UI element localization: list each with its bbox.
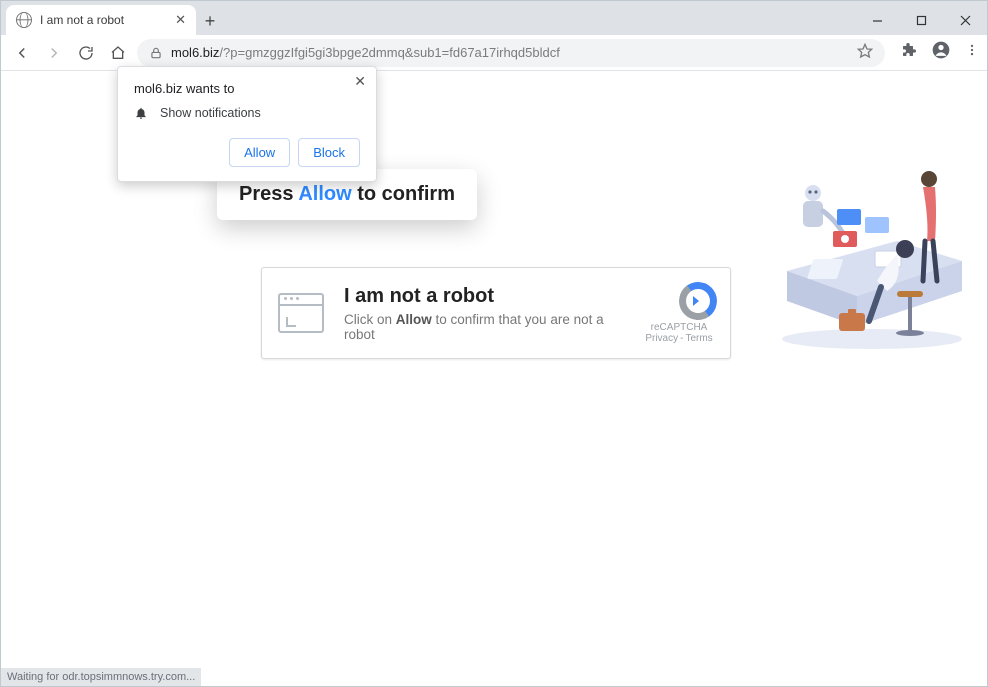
globe-icon <box>16 12 32 28</box>
window-titlebar: I am not a robot ✕ + <box>1 1 987 35</box>
page-content: ✕ mol6.biz wants to Show notifications A… <box>1 71 987 686</box>
browser-tab[interactable]: I am not a robot ✕ <box>6 5 196 35</box>
prompt-permission-label: Show notifications <box>160 106 261 120</box>
captcha-title: I am not a robot <box>344 285 624 308</box>
captcha-subtitle: Click on Allow to confirm that you are n… <box>344 312 624 342</box>
block-button[interactable]: Block <box>298 138 360 167</box>
prompt-close-icon[interactable]: ✕ <box>354 73 366 90</box>
back-button[interactable] <box>9 40 35 66</box>
recaptcha-badge: reCAPTCHA Privacy-Terms <box>644 282 714 344</box>
lock-icon <box>149 46 163 60</box>
office-illustration <box>777 131 967 351</box>
allow-button[interactable]: Allow <box>229 138 290 167</box>
address-bar[interactable]: mol6.biz/?p=gmzggzIfgi5gi3bpge2dmmq&sub1… <box>137 39 885 67</box>
status-bar: Waiting for odr.topsimmnows.try.com... <box>1 668 201 686</box>
prompt-heading: mol6.biz wants to <box>134 81 360 96</box>
reload-button[interactable] <box>73 40 99 66</box>
recaptcha-logo-icon <box>660 282 698 320</box>
window-controls <box>855 5 987 35</box>
window-maximize-button[interactable] <box>899 5 943 35</box>
fake-recaptcha-box: I am not a robot Click on Allow to confi… <box>261 267 731 359</box>
profile-icon[interactable] <box>931 40 951 65</box>
bookmark-star-icon[interactable] <box>857 43 873 62</box>
extensions-icon[interactable] <box>901 42 917 63</box>
tab-title: I am not a robot <box>40 13 167 27</box>
browser-window-icon <box>278 293 324 333</box>
kebab-menu-icon[interactable] <box>965 43 979 62</box>
notification-permission-prompt: ✕ mol6.biz wants to Show notifications A… <box>117 66 377 182</box>
tab-strip: I am not a robot ✕ + <box>1 5 855 35</box>
bell-icon <box>134 106 148 120</box>
new-tab-button[interactable]: + <box>196 7 224 35</box>
url-text: mol6.biz/?p=gmzggzIfgi5gi3bpge2dmmq&sub1… <box>171 45 560 60</box>
tab-close-icon[interactable]: ✕ <box>175 12 186 28</box>
window-minimize-button[interactable] <box>855 5 899 35</box>
home-button[interactable] <box>105 40 131 66</box>
window-close-button[interactable] <box>943 5 987 35</box>
forward-button[interactable] <box>41 40 67 66</box>
